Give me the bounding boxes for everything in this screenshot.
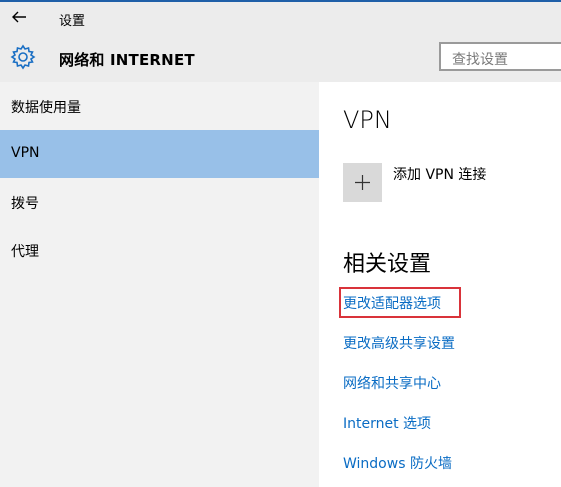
add-vpn-button[interactable] [343, 163, 382, 202]
link-advanced-sharing-settings[interactable]: 更改高级共享设置 [343, 333, 455, 353]
page-title: VPN [343, 106, 392, 134]
related-settings-heading: 相关设置 [343, 252, 432, 277]
sidebar-item-data-usage[interactable]: 数据使用量 [0, 82, 319, 130]
title-bar: 设置 [0, 2, 561, 32]
back-arrow-icon [12, 11, 26, 23]
sidebar-item-proxy[interactable]: 代理 [0, 226, 319, 274]
section-title: 网络和 INTERNET [59, 51, 195, 69]
sidebar-item-dial-up[interactable]: 拨号 [0, 178, 319, 226]
sidebar-item-label: 拨号 [11, 196, 39, 212]
page-header: 网络和 INTERNET 查找设置 [0, 32, 561, 82]
plus-icon [355, 175, 370, 190]
link-internet-options[interactable]: Internet 选项 [343, 413, 431, 433]
sidebar-item-label: 数据使用量 [11, 100, 81, 116]
highlight-annotation-box [339, 287, 461, 318]
link-windows-firewall[interactable]: Windows 防火墙 [343, 453, 452, 473]
link-network-sharing-center[interactable]: 网络和共享中心 [343, 373, 441, 393]
main-content: VPN 添加 VPN 连接 相关设置 更改适配器选项 更改高级共享设置 网络和共… [319, 82, 561, 487]
sidebar: 数据使用量 VPN 拨号 代理 [0, 82, 319, 487]
back-button[interactable] [8, 7, 34, 27]
window-title: 设置 [59, 14, 86, 29]
sidebar-item-vpn[interactable]: VPN [0, 130, 319, 178]
sidebar-item-label: VPN [11, 145, 40, 161]
sidebar-item-label: 代理 [11, 244, 39, 260]
gear-icon [10, 44, 36, 70]
search-input[interactable]: 查找设置 [439, 42, 561, 71]
search-placeholder: 查找设置 [452, 52, 508, 68]
add-vpn-label[interactable]: 添加 VPN 连接 [393, 164, 486, 184]
